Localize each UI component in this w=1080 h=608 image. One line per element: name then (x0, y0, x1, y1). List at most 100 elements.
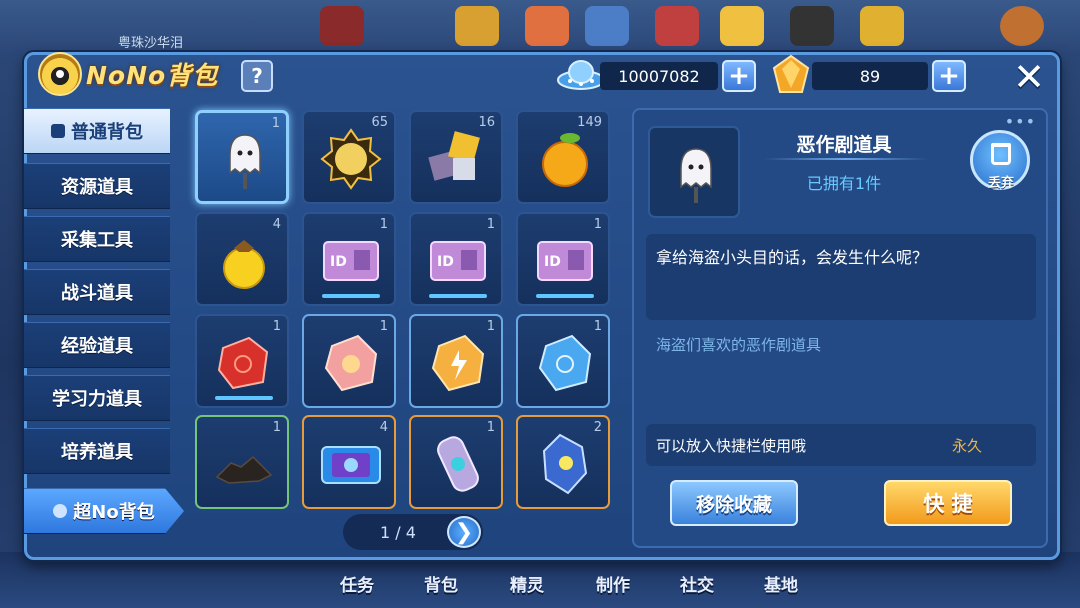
sidebar-item-battle[interactable]: 战斗道具 (24, 269, 170, 315)
id-card-icon: ID (323, 241, 379, 281)
quick-use-button[interactable]: 快 捷 (884, 480, 1012, 526)
ghost-icon (680, 148, 712, 203)
item-slot[interactable]: 1 (302, 314, 396, 408)
next-page-button[interactable]: ❯ (447, 516, 481, 548)
item-slot[interactable]: 1 ID (516, 212, 610, 306)
bottom-tab-social: 社交 (680, 576, 714, 596)
background-icon-9 (1000, 6, 1044, 46)
item-subtext: 海盗们喜欢的恶作剧道具 (656, 336, 822, 354)
item-slot[interactable]: 65 (302, 110, 396, 204)
item-slot[interactable]: 4 (195, 212, 289, 306)
panel-title-area: NoNo背包 (38, 50, 218, 98)
trash-icon (991, 143, 1011, 165)
quickbar-text: 可以放入快捷栏使用哦 (656, 436, 807, 455)
detail-item-frame (648, 126, 740, 218)
nono-logo-icon (38, 52, 82, 96)
id-card-icon: ID (430, 241, 486, 281)
ore-icon (215, 455, 273, 484)
sidebar-item-label: 战斗道具 (61, 283, 133, 304)
capsule-icon (437, 436, 479, 492)
bottom-tab-craft: 制作 (596, 576, 630, 596)
svg-text:ID: ID (437, 254, 454, 270)
background-icon-1 (320, 6, 364, 46)
blue-stone-icon (538, 334, 592, 392)
sidebar-item-label: 超No背包 (73, 502, 155, 523)
badge-icon (320, 128, 382, 190)
item-slot[interactable]: 1 (409, 314, 503, 408)
item-slot[interactable]: 16 (409, 110, 503, 204)
help-button[interactable]: ? (241, 60, 273, 92)
background-icon-3 (525, 6, 569, 46)
bottom-tab-spirit: 精灵 (510, 576, 544, 596)
duration-text: 永久 (952, 436, 983, 455)
svg-text:ID: ID (330, 254, 347, 270)
background-top-label: 粤珠沙华泪 (118, 36, 184, 51)
page-indicator: 1 / 4 ❯ (343, 514, 483, 550)
item-slot[interactable]: 4 (302, 415, 396, 509)
progress-bar (215, 396, 273, 400)
sidebar-item-normal-bag[interactable]: 普通背包 (24, 108, 170, 154)
item-name: 恶作剧道具 (796, 134, 892, 156)
sidebar-item-gathering[interactable]: 采集工具 (24, 216, 170, 262)
sidebar-item-resource[interactable]: 资源道具 (24, 163, 170, 209)
close-button[interactable]: ✕ (1010, 55, 1048, 99)
bottom-tab-bag: 背包 (424, 576, 458, 596)
background-icon-6 (720, 6, 764, 46)
cube-icon (428, 131, 480, 181)
id-card-icon: ID (537, 241, 593, 281)
bottom-tab-base: 基地 (764, 576, 798, 596)
item-slot[interactable]: 1 (195, 314, 289, 408)
more-options-icon[interactable]: ••• (1005, 112, 1036, 131)
item-slot[interactable]: 2 (516, 415, 610, 509)
sidebar-item-label: 普通背包 (71, 122, 143, 143)
sidebar-item-learning[interactable]: 学习力道具 (24, 375, 170, 421)
item-description: 拿给海盗小头目的话，会发生什么呢？ (646, 234, 1036, 320)
owned-count: 已拥有1件 (806, 174, 882, 193)
progress-bar (536, 294, 594, 298)
page-label: 1 / 4 (380, 522, 416, 542)
bottom-tab-task: 任务 (340, 576, 374, 596)
sidebar-item-label: 经验道具 (61, 336, 133, 357)
background-icon-5 (655, 6, 699, 46)
sidebar-item-super-nono[interactable]: 超No背包 (24, 488, 184, 534)
pink-stone-icon (324, 334, 378, 392)
gem-currency: 89 + (812, 60, 966, 92)
item-slot[interactable]: 1 (195, 415, 289, 509)
add-coins-button[interactable]: + (722, 60, 756, 92)
background-icon-8 (860, 6, 904, 46)
red-stone-icon (217, 336, 269, 390)
item-slot[interactable]: 1 (409, 415, 503, 509)
coin-currency: 10007082 + (600, 60, 756, 92)
remove-favorite-button[interactable]: 移除收藏 (670, 480, 798, 526)
item-slot[interactable]: 1 (195, 110, 289, 204)
background-icon-7 (790, 6, 834, 46)
sidebar-item-training[interactable]: 培养道具 (24, 428, 170, 474)
item-slot[interactable]: 1 (516, 314, 610, 408)
item-slot[interactable]: 149 (516, 110, 610, 204)
bag-icon (51, 124, 65, 138)
sidebar-item-label: 学习力道具 (52, 389, 142, 410)
orange-stone-icon (431, 334, 485, 392)
orange-fruit-icon (542, 133, 588, 187)
item-detail-panel: ••• 恶作剧道具 已拥有1件 丢弃 拿给海盗小头目的话，会发生什么呢？ 海盗们… (632, 108, 1048, 548)
yellow-fruit-icon (223, 240, 265, 289)
background-icon-2 (455, 6, 499, 46)
progress-bar (322, 294, 380, 298)
sidebar-item-label: 采集工具 (61, 230, 133, 251)
crystal-icon (542, 433, 588, 495)
discard-label: 丢弃 (987, 176, 1014, 191)
item-slot[interactable]: 1 ID (409, 212, 503, 306)
sidebar-item-experience[interactable]: 经验道具 (24, 322, 170, 368)
nono-mini-icon (53, 504, 68, 518)
quickbar-info: 可以放入快捷栏使用哦 永久 (646, 424, 1036, 466)
sidebar-item-label: 培养道具 (61, 442, 133, 463)
name-divider (764, 158, 928, 160)
ghost-icon (229, 134, 261, 189)
add-gems-button[interactable]: + (932, 60, 966, 92)
panel-title: NoNo背包 (86, 61, 219, 90)
gem-currency-icon (772, 54, 810, 93)
background-icon-4 (585, 6, 629, 46)
item-slot[interactable]: 1 ID (302, 212, 396, 306)
chip-icon (321, 446, 381, 484)
sidebar-item-label: 资源道具 (61, 177, 133, 198)
